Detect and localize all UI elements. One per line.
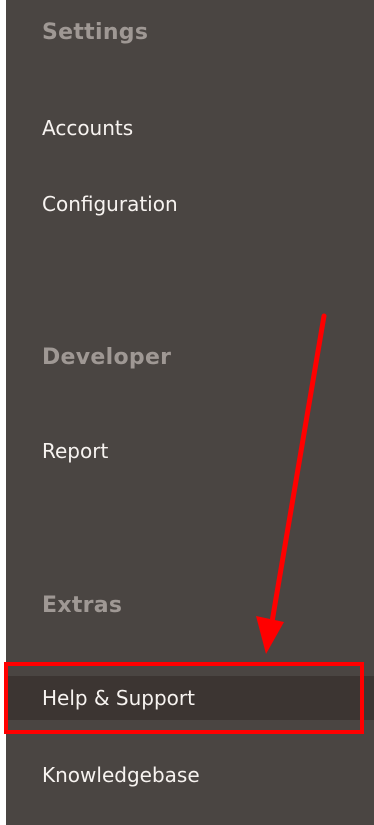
- menu-item-help-support[interactable]: Help & Support: [6, 676, 374, 720]
- menu-item-label: Help & Support: [42, 686, 195, 710]
- section-title-developer: Developer: [42, 345, 172, 370]
- menu-item-label: Accounts: [42, 116, 134, 140]
- menu-item-label: Report: [42, 439, 109, 463]
- menu-item-configuration[interactable]: Configuration: [6, 182, 374, 226]
- menu-item-report[interactable]: Report: [6, 429, 374, 473]
- section-title-settings: Settings: [42, 20, 149, 45]
- menu-item-label: Configuration: [42, 192, 178, 216]
- menu-item-label: Knowledgebase: [42, 763, 200, 787]
- menu-item-accounts[interactable]: Accounts: [6, 106, 374, 150]
- sidebar-menu: Settings Accounts Configuration Develope…: [6, 0, 374, 825]
- section-title-extras: Extras: [42, 593, 123, 618]
- menu-item-knowledgebase[interactable]: Knowledgebase: [6, 753, 374, 797]
